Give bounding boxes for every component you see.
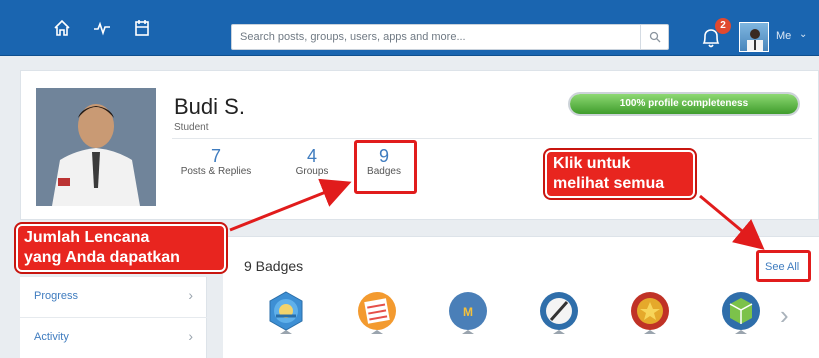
- pencil-cube-badge-icon[interactable]: [719, 290, 763, 340]
- callout-badge-count: Jumlah Lencana yang Anda dapatkan: [16, 224, 226, 272]
- sidebar-item-label: Progress: [34, 290, 79, 302]
- search-box: [231, 24, 669, 50]
- chevron-right-icon: ›: [188, 328, 193, 344]
- callout-see-all: Klik untuk melihat semua: [545, 150, 695, 198]
- badges-title: 9 Badges: [244, 258, 304, 274]
- user-avatar[interactable]: [739, 22, 769, 52]
- highlight-badges-stat: [354, 140, 417, 194]
- calendar-icon[interactable]: [122, 0, 162, 56]
- home-icon[interactable]: [42, 0, 82, 56]
- stat-posts-replies-count: 7: [210, 146, 221, 166]
- notifications-button[interactable]: 2: [700, 18, 732, 52]
- profile-role: Student: [174, 122, 209, 133]
- search-button[interactable]: [640, 25, 668, 49]
- callout-see-all-line1: Klik untuk: [553, 155, 631, 172]
- pen-badge-icon[interactable]: [537, 290, 581, 340]
- stat-posts-replies[interactable]: 7 Posts & Replies: [174, 146, 258, 177]
- stat-posts-replies-label: Posts & Replies: [180, 166, 252, 177]
- sidebar-item-activity[interactable]: Activity ›: [20, 317, 207, 357]
- svg-text:M: M: [463, 305, 473, 319]
- chevron-down-icon[interactable]: ⌄: [799, 29, 807, 40]
- globe-badge-icon[interactable]: [264, 290, 308, 340]
- profile-name: Budi S.: [174, 94, 245, 119]
- profile-sidebar: Progress › Activity ›: [20, 276, 207, 358]
- stat-groups-count: 4: [306, 146, 317, 166]
- top-navigation-bar: 2 Me ⌄: [0, 0, 819, 56]
- sidebar-item-label: Activity: [34, 331, 69, 343]
- calendar-badge-icon[interactable]: [355, 290, 399, 340]
- star-medal-badge-icon[interactable]: [628, 290, 672, 340]
- profile-photo: [36, 88, 156, 206]
- notification-count-badge: 2: [715, 18, 731, 34]
- activity-icon[interactable]: [82, 0, 122, 56]
- callout-badge-count-line1: Jumlah Lencana: [24, 229, 150, 246]
- stat-groups[interactable]: 4 Groups: [289, 146, 335, 177]
- profile-completeness-bar: 100% profile completeness: [568, 92, 800, 116]
- highlight-see-all: [756, 250, 811, 282]
- callout-see-all-line2: melihat semua: [553, 175, 665, 192]
- math-badge-icon[interactable]: M: [446, 290, 490, 340]
- chevron-right-icon: ›: [188, 287, 193, 303]
- stat-groups-label: Groups: [295, 166, 329, 177]
- callout-badge-count-line2: yang Anda dapatkan: [24, 249, 180, 266]
- profile-completeness-text: 100% profile completeness: [619, 98, 749, 109]
- me-menu-label[interactable]: Me: [776, 30, 791, 42]
- search-input[interactable]: [232, 25, 642, 49]
- profile-divider: [172, 138, 812, 139]
- sidebar-item-progress[interactable]: Progress ›: [20, 276, 207, 316]
- chevron-right-icon[interactable]: ›: [780, 300, 789, 330]
- search-icon: [649, 31, 660, 43]
